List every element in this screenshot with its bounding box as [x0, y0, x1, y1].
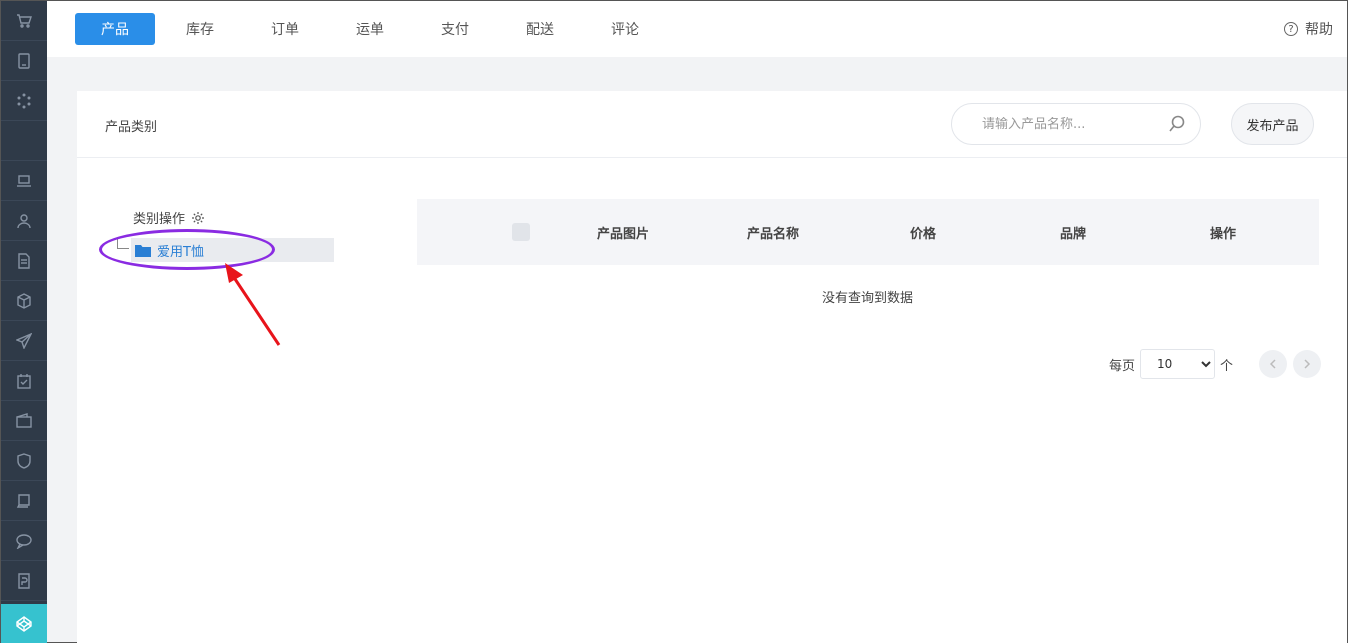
top-nav: 产品 库存 订单 运单 支付 配送 评论 ? 帮助	[47, 1, 1347, 57]
search-icon[interactable]	[1168, 115, 1186, 133]
tab-delivery[interactable]: 配送	[500, 13, 580, 45]
cube-icon[interactable]	[1, 281, 47, 321]
col-actions: 操作	[1209, 226, 1236, 242]
pagination: 每页 10 个	[1109, 349, 1322, 379]
page-title: 产品类别	[105, 120, 158, 135]
gear-icon[interactable]	[191, 211, 205, 225]
user-icon[interactable]	[1, 201, 47, 241]
col-brand: 品牌	[1059, 226, 1086, 242]
unit-label: 个	[1220, 358, 1234, 374]
send-icon[interactable]	[1, 321, 47, 361]
category-item-label: 爱用T恤	[157, 244, 204, 260]
side-rail	[1, 1, 47, 643]
tree-connector	[117, 237, 129, 249]
category-actions[interactable]: 类别操作	[133, 208, 205, 227]
chevron-right-icon	[1304, 359, 1311, 369]
select-all-checkbox[interactable]	[512, 223, 530, 241]
tablet-icon[interactable]	[1, 41, 47, 81]
tab-payments[interactable]: 支付	[415, 13, 495, 45]
tab-inventory[interactable]: 库存	[160, 13, 240, 45]
tab-products[interactable]: 产品	[75, 13, 155, 45]
cart-icon[interactable]	[1, 1, 47, 41]
col-product-image: 产品图片	[596, 226, 649, 242]
category-tree-item[interactable]: 爱用T恤	[131, 238, 334, 262]
empty-message: 没有查询到数据	[822, 291, 914, 306]
per-page-label: 每页	[1109, 358, 1136, 374]
panel-header: 产品类别 发布产品	[77, 91, 1347, 158]
product-panel: 产品类别 发布产品 类别操作 爱用T恤 产品图片 产品名称 价格 品牌 操作 没…	[77, 91, 1347, 643]
document-icon[interactable]	[1, 241, 47, 281]
wallet-icon[interactable]	[1, 401, 47, 441]
annotation-arrow	[225, 263, 281, 346]
search-box	[951, 103, 1201, 145]
price-tag-icon[interactable]	[1, 561, 47, 601]
loading-icon[interactable]	[1, 81, 47, 121]
search-input[interactable]	[982, 116, 1168, 132]
chevron-left-icon	[1269, 359, 1276, 369]
rail-spacer	[1, 121, 47, 161]
codepen-icon[interactable]	[1, 604, 47, 643]
next-page-button[interactable]	[1293, 350, 1322, 378]
nav-tabs: 产品 库存 订单 运单 支付 配送 评论	[75, 13, 670, 45]
tab-waybills[interactable]: 运单	[330, 13, 410, 45]
laptop-icon[interactable]	[1, 161, 47, 201]
help-label: 帮助	[1305, 22, 1333, 38]
category-actions-label: 类别操作	[133, 212, 186, 227]
calendar-check-icon[interactable]	[1, 361, 47, 401]
col-price: 价格	[909, 226, 936, 242]
publish-product-button[interactable]: 发布产品	[1231, 103, 1314, 145]
help-link[interactable]: ? 帮助	[1284, 19, 1333, 39]
folder-icon	[135, 244, 151, 257]
table-header: 产品图片 产品名称 价格 品牌 操作	[417, 199, 1319, 265]
prev-page-button[interactable]	[1259, 350, 1288, 378]
page-size-select[interactable]: 10	[1140, 349, 1216, 379]
tab-orders[interactable]: 订单	[245, 13, 325, 45]
chat-icon[interactable]	[1, 521, 47, 561]
shield-icon[interactable]	[1, 441, 47, 481]
book-icon[interactable]	[1, 481, 47, 521]
col-product-name: 产品名称	[746, 226, 799, 242]
question-circle-icon: ?	[1284, 22, 1298, 36]
tab-reviews[interactable]: 评论	[585, 13, 665, 45]
